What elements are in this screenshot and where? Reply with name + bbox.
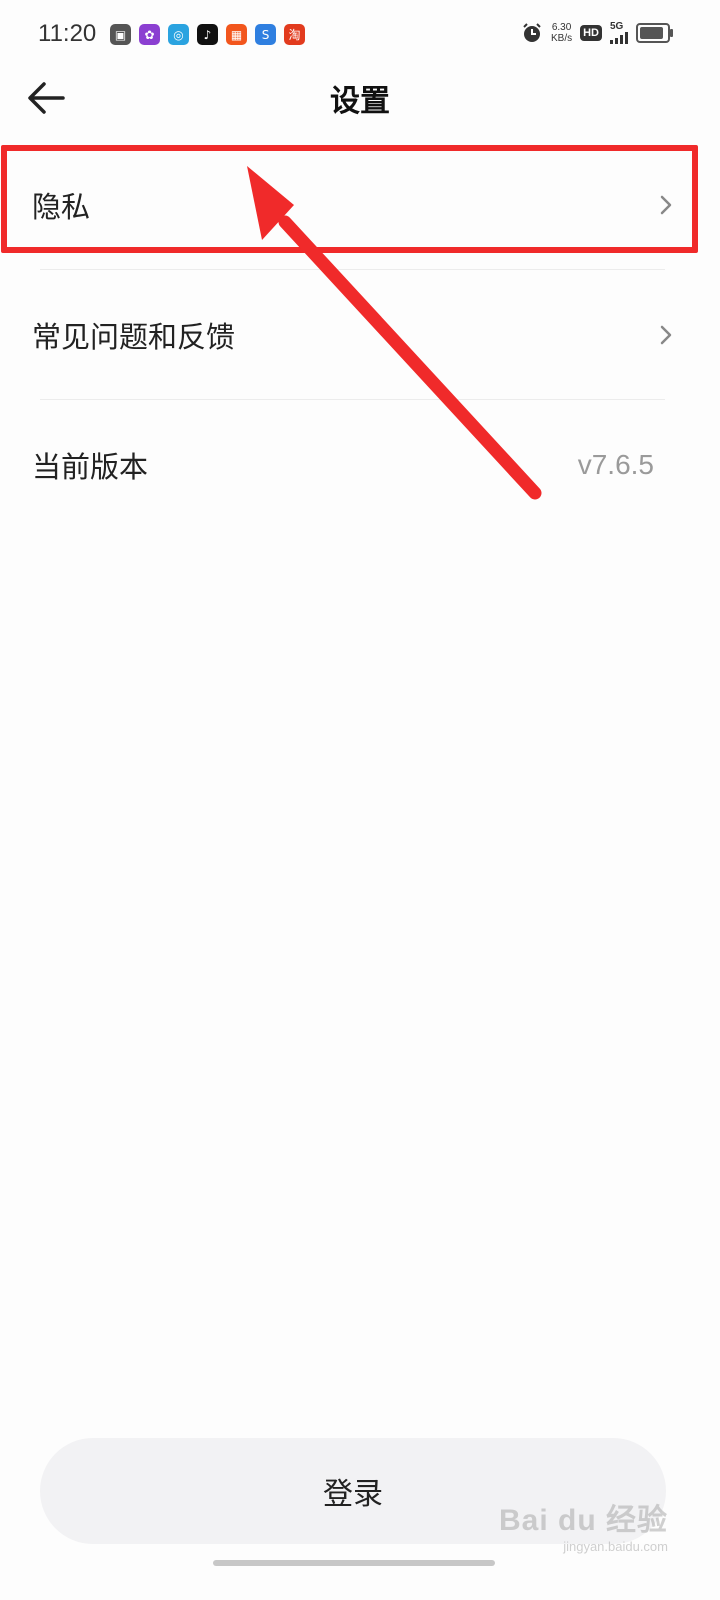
search-app-icon: S	[255, 24, 276, 45]
version-value: v7.6.5	[577, 449, 654, 480]
notification-app-icons: ▣ ✿ ◎ ♪ ▦ S 淘	[110, 24, 305, 45]
header-bar: 设置	[0, 62, 720, 132]
taobao-app-icon: 淘	[284, 24, 305, 45]
battery-icon	[636, 23, 673, 43]
settings-item-version: 当前版本 v7.6.5	[0, 400, 720, 530]
settings-item-label: 当前版本	[32, 450, 149, 484]
settings-item-faq-feedback[interactable]: 常见问题和反馈	[0, 270, 720, 400]
page-title: 设置	[330, 84, 390, 119]
status-time: 11:20	[38, 20, 97, 47]
settings-item-privacy[interactable]: 隐私	[0, 140, 720, 270]
gallery-app-icon: ▣	[110, 24, 131, 45]
network-speed: 6.30 KB/s	[551, 22, 572, 44]
settings-list: 隐私 常见问题和反馈 当前版本 v7.6.5	[0, 140, 720, 530]
alarm-icon	[523, 23, 541, 42]
settings-item-label: 常见问题和反馈	[32, 320, 236, 354]
watermark-main: Bai du 经验	[498, 1504, 668, 1537]
chevron-right-icon	[660, 195, 672, 215]
watermark-sub: jingyan.baidu.com	[563, 1539, 668, 1554]
tiktok-app-icon: ♪	[197, 24, 218, 45]
baidu-jingyan-watermark: Bai du 经验 jingyan.baidu.com	[499, 1495, 668, 1554]
network-speed-unit: KB/s	[550, 33, 573, 44]
character-app-icon: ✿	[139, 24, 160, 45]
network-type-label: 5G	[610, 21, 624, 32]
settings-item-label: 隐私	[32, 190, 91, 224]
chevron-right-icon	[660, 325, 672, 345]
hd-badge: HD	[580, 25, 602, 41]
home-indicator[interactable]	[213, 1560, 495, 1566]
network-speed-value: 6.30	[551, 22, 572, 33]
browser-app-icon: ◎	[168, 24, 189, 45]
kuaishou-app-icon: ▦	[226, 24, 247, 45]
status-indicators: 6.30 KB/s HD 5G	[521, 22, 673, 44]
signal-icon: 5G	[610, 22, 628, 44]
status-bar: 11:20 ▣ ✿ ◎ ♪ ▦ S 淘 6.30 KB/s HD 5G	[0, 0, 720, 70]
